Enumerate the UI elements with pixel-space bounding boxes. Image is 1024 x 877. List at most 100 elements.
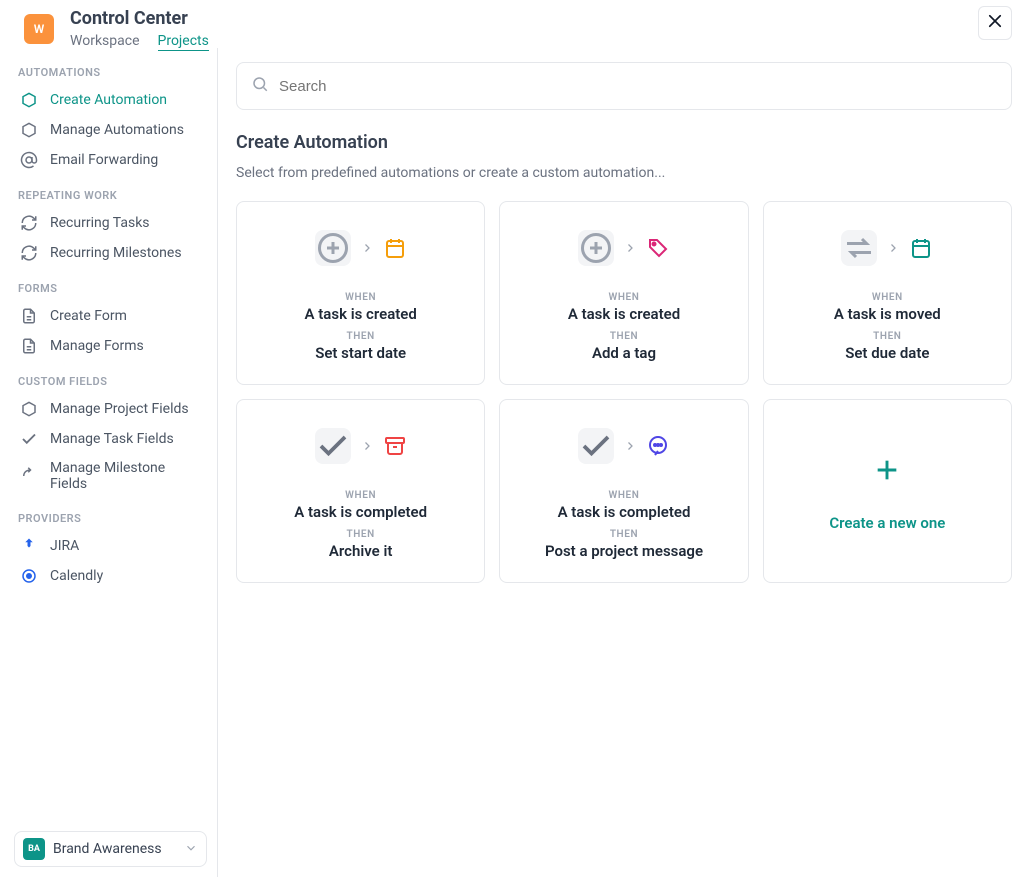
- card-when: A task is created: [568, 305, 680, 323]
- sidebar-item-label: Manage Project Fields: [50, 401, 189, 417]
- check-icon: [315, 428, 351, 464]
- chevron-right-icon: [624, 437, 636, 456]
- automation-card[interactable]: WHEN A task is completed THEN Archive it: [236, 399, 485, 583]
- chevron-right-icon: [624, 239, 636, 258]
- sidebar-item-label: Manage Milestone Fields: [50, 460, 201, 492]
- project-switcher[interactable]: BA Brand Awareness: [14, 831, 207, 867]
- card-when: A task is completed: [294, 503, 427, 521]
- card-icon-row: [315, 230, 407, 266]
- create-new-automation-card[interactable]: Create a new one: [763, 399, 1012, 583]
- main-content: Create Automation Select from predefined…: [218, 48, 1024, 877]
- workspace-badge: W: [24, 14, 54, 44]
- chevron-down-icon: [184, 840, 198, 859]
- sidebar-item-label: JIRA: [50, 538, 79, 554]
- sidebar-item-manage-automations[interactable]: Manage Automations: [14, 115, 207, 145]
- when-label: WHEN: [345, 292, 376, 303]
- automation-card[interactable]: WHEN A task is created THEN Set start da…: [236, 201, 485, 385]
- message-icon: [646, 434, 670, 458]
- sidebar-item-manage-forms[interactable]: Manage Forms: [14, 331, 207, 361]
- when-label: WHEN: [872, 292, 903, 303]
- sidebar-item-label: Manage Forms: [50, 338, 144, 354]
- sidebar-item-label: Create Automation: [50, 92, 167, 108]
- close-button[interactable]: [978, 6, 1012, 40]
- cube-icon: [20, 91, 38, 109]
- plus-circle-icon: [578, 230, 614, 266]
- card-when: A task is created: [305, 305, 417, 323]
- section-label: PROVIDERS: [18, 512, 203, 525]
- automation-card[interactable]: WHEN A task is completed THEN Post a pro…: [499, 399, 748, 583]
- sidebar-item-manage-task-fields[interactable]: Manage Task Fields: [14, 424, 207, 454]
- sidebar: AUTOMATIONSCreate AutomationManage Autom…: [0, 48, 218, 877]
- chevron-right-icon: [887, 239, 899, 258]
- content-title: Create Automation: [236, 132, 1012, 153]
- calendar-icon: [909, 236, 933, 260]
- card-then: Post a project message: [545, 542, 703, 560]
- plus-circle-icon: [315, 230, 351, 266]
- close-icon: [986, 12, 1004, 34]
- card-icon-row: [578, 230, 670, 266]
- file-icon: [20, 307, 38, 325]
- cube-icon: [20, 121, 38, 139]
- refresh-icon: [20, 214, 38, 232]
- content-subtitle: Select from predefined automations or cr…: [236, 165, 1012, 181]
- sidebar-item-create-form[interactable]: Create Form: [14, 301, 207, 331]
- plus-icon: [873, 456, 901, 488]
- sidebar-item-recurring-milestones[interactable]: Recurring Milestones: [14, 238, 207, 268]
- sidebar-item-label: Create Form: [50, 308, 127, 324]
- card-then: Set due date: [845, 344, 929, 362]
- when-label: WHEN: [345, 490, 376, 501]
- search-bar[interactable]: [236, 62, 1012, 110]
- swap-icon: [841, 230, 877, 266]
- arrow-curve-icon: [20, 467, 38, 485]
- sidebar-item-label: Calendly: [50, 568, 103, 584]
- then-label: THEN: [610, 529, 638, 540]
- when-label: WHEN: [609, 292, 640, 303]
- header: W Control Center Workspace Projects: [0, 0, 1024, 48]
- sidebar-item-label: Recurring Tasks: [50, 215, 150, 231]
- sidebar-item-calendly[interactable]: Calendly: [14, 561, 207, 591]
- jira-icon: [20, 537, 38, 555]
- card-then: Set start date: [315, 344, 406, 362]
- then-label: THEN: [346, 331, 374, 342]
- section-label: FORMS: [18, 282, 203, 295]
- sidebar-item-label: Email Forwarding: [50, 152, 158, 168]
- automation-card[interactable]: WHEN A task is moved THEN Set due date: [763, 201, 1012, 385]
- card-icon-row: [315, 428, 407, 464]
- calendar-icon: [383, 236, 407, 260]
- file-icon: [20, 337, 38, 355]
- page-title: Control Center: [70, 8, 209, 29]
- sidebar-item-label: Recurring Milestones: [50, 245, 182, 261]
- when-label: WHEN: [609, 490, 640, 501]
- sidebar-item-email-forwarding[interactable]: Email Forwarding: [14, 145, 207, 175]
- chevron-right-icon: [361, 239, 373, 258]
- sidebar-item-jira[interactable]: JIRA: [14, 531, 207, 561]
- card-when: A task is moved: [834, 305, 941, 323]
- create-new-label: Create a new one: [829, 514, 945, 532]
- at-icon: [20, 151, 38, 169]
- then-label: THEN: [346, 529, 374, 540]
- project-name: Brand Awareness: [53, 841, 176, 857]
- card-icon-row: [841, 230, 933, 266]
- refresh-icon: [20, 244, 38, 262]
- sidebar-item-manage-project-fields[interactable]: Manage Project Fields: [14, 394, 207, 424]
- search-input[interactable]: [279, 78, 997, 95]
- card-then: Add a tag: [592, 344, 656, 362]
- automation-card[interactable]: WHEN A task is created THEN Add a tag: [499, 201, 748, 385]
- chevron-right-icon: [361, 437, 373, 456]
- sidebar-item-recurring-tasks[interactable]: Recurring Tasks: [14, 208, 207, 238]
- section-label: CUSTOM FIELDS: [18, 375, 203, 388]
- sidebar-item-manage-milestone-fields[interactable]: Manage Milestone Fields: [14, 454, 207, 498]
- archive-icon: [383, 434, 407, 458]
- cube-icon: [20, 400, 38, 418]
- check-icon: [20, 430, 38, 448]
- then-label: THEN: [873, 331, 901, 342]
- card-when: A task is completed: [558, 503, 691, 521]
- sidebar-item-label: Manage Task Fields: [50, 431, 174, 447]
- card-then: Archive it: [329, 542, 393, 560]
- sidebar-item-create-automation[interactable]: Create Automation: [14, 85, 207, 115]
- calendly-icon: [20, 567, 38, 585]
- card-icon-row: [578, 428, 670, 464]
- tag-icon: [646, 236, 670, 260]
- sidebar-item-label: Manage Automations: [50, 122, 184, 138]
- section-label: REPEATING WORK: [18, 189, 203, 202]
